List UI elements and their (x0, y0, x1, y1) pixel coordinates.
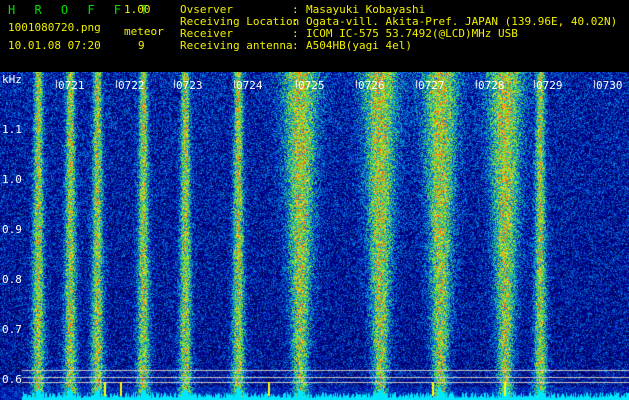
file-name: 1001080720.png (8, 21, 101, 34)
y-tick-label: 1.0 (2, 173, 22, 186)
time-tick-label: 0725 (298, 79, 325, 92)
meteor-count-label: meteor (124, 25, 164, 38)
time-tick-label: 0724 (236, 79, 263, 92)
time-tick-label: 0728 (478, 79, 505, 92)
time-tick-label: 0727 (418, 79, 445, 92)
capture-datetime: 10.01.08 07:20 (8, 39, 101, 52)
antenna-label: Receiving antenna (180, 39, 293, 52)
meteor-count-value: 9 (138, 39, 145, 52)
time-tick-label: 0730 (596, 79, 623, 92)
antenna-value: A504HB(yagi 4el) (306, 39, 412, 52)
y-tick-label: 0.9 (2, 223, 22, 236)
y-tick-label: 0.8 (2, 273, 22, 286)
spectrogram-canvas (0, 72, 629, 400)
header-panel: H R O F F T 1.00 1001080720.png 10.01.08… (0, 0, 629, 72)
time-tick-label: 0722 (118, 79, 145, 92)
y-tick-label: 0.7 (2, 323, 22, 336)
app-version: 1.00 (124, 3, 151, 16)
time-tick-label: 0723 (176, 79, 203, 92)
time-tick-label: 0726 (358, 79, 385, 92)
time-tick-label: 0721 (58, 79, 85, 92)
y-axis-unit: kHz (2, 73, 22, 86)
y-tick-label: 0.6 (2, 373, 22, 386)
colon-separator: : (292, 39, 299, 52)
time-tick-label: 0729 (536, 79, 563, 92)
y-tick-label: 1.1 (2, 123, 22, 136)
